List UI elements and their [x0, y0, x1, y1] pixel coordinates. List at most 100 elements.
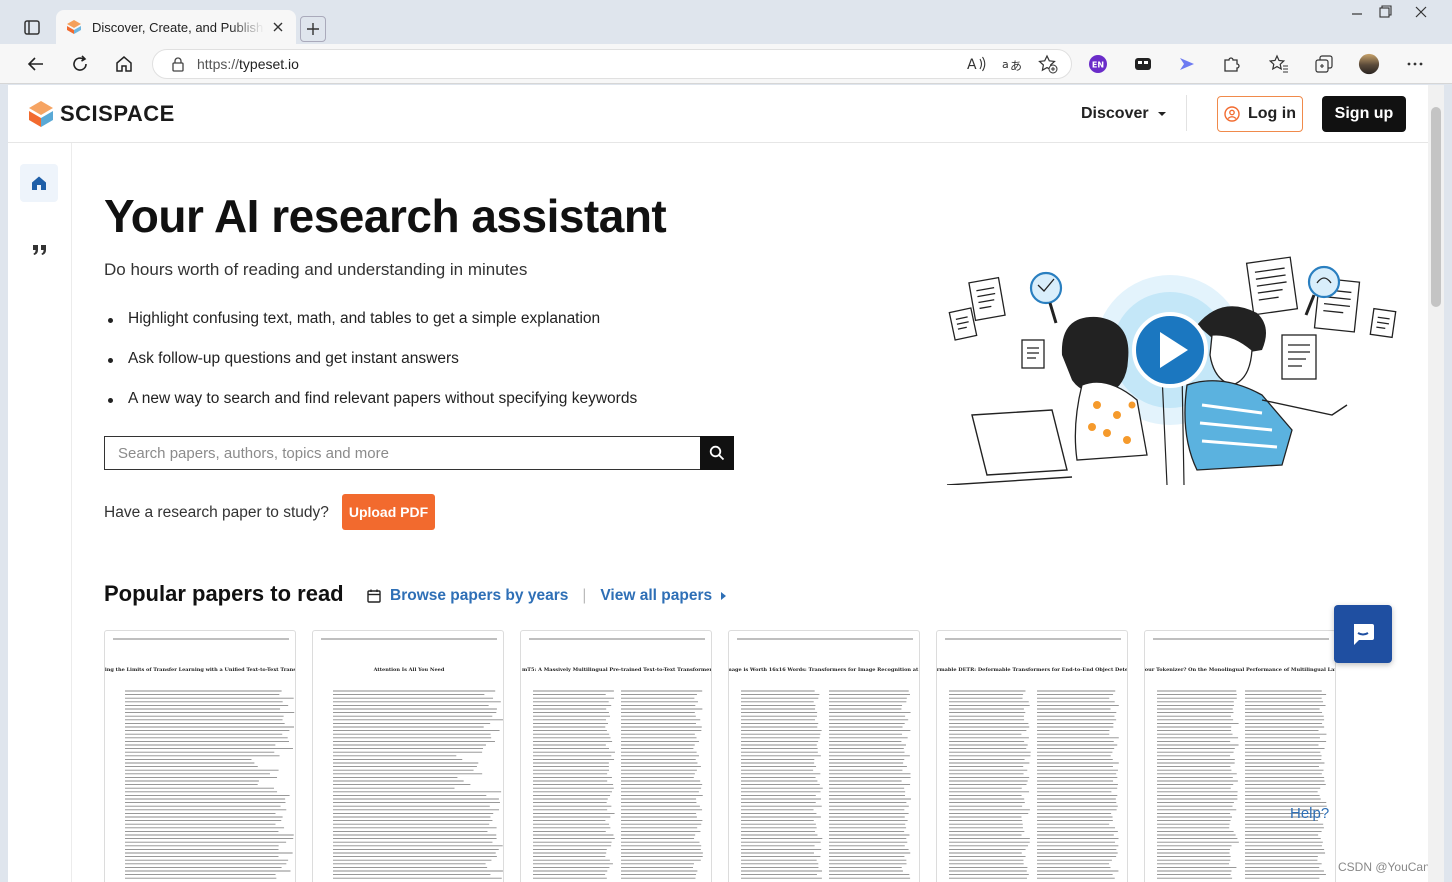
popular-papers-row: Exploring the Limits of Transfer Learnin…	[104, 630, 1344, 882]
play-video-icon	[1132, 312, 1208, 388]
extensions-puzzle-icon[interactable]	[1220, 53, 1242, 75]
refresh-button[interactable]	[68, 52, 92, 76]
help-link[interactable]: Help?	[1290, 805, 1329, 822]
paper-thumbnail: An Image is Worth 16x16 Words: Transform…	[729, 638, 919, 879]
link-separator: |	[582, 587, 587, 604]
more-menu-icon[interactable]	[1404, 53, 1426, 75]
rail-home-button[interactable]	[20, 164, 58, 202]
paper-title: Attention Is All You Need	[373, 667, 445, 673]
paper-thumbnail: How Good is Your Tokenizer? On the Monol…	[1145, 638, 1336, 879]
extension-bird-icon[interactable]	[1176, 53, 1198, 75]
browser-titlebar: Discover, Create, and Publish your resea…	[0, 0, 1452, 44]
read-aloud-icon[interactable]: A	[966, 53, 988, 75]
paper-card[interactable]: An Image is Worth 16x16 Words: Transform…	[728, 630, 920, 882]
home-icon	[32, 176, 46, 190]
login-button[interactable]: Log in	[1217, 96, 1303, 132]
caret-right-icon	[721, 592, 727, 600]
signup-button[interactable]: Sign up	[1322, 96, 1406, 132]
chat-support-button[interactable]	[1334, 605, 1392, 663]
collections-icon[interactable]	[1313, 53, 1335, 75]
svg-text:A: A	[967, 57, 977, 73]
back-button[interactable]	[24, 52, 48, 76]
paper-thumbnail: Attention Is All You Need	[321, 638, 503, 879]
favorites-icon[interactable]	[1268, 53, 1290, 75]
page-scrollbar[interactable]	[1428, 85, 1444, 882]
paper-thumbnail: Exploring the Limits of Transfer Learnin…	[105, 638, 296, 879]
svg-text:a: a	[1002, 58, 1009, 71]
scrollbar-thumb[interactable]	[1431, 107, 1441, 307]
paper-card[interactable]: How Good is Your Tokenizer? On the Monol…	[1144, 630, 1336, 882]
chat-bubble-icon	[1354, 624, 1374, 645]
paper-card[interactable]: Deformable DETR: Deformable Transformers…	[936, 630, 1128, 882]
paper-card[interactable]: Attention Is All You Need	[312, 630, 504, 882]
home-outline-icon	[116, 56, 132, 72]
left-rail	[8, 143, 72, 882]
site-header: SCISPACE Discover Log in Sign up	[8, 85, 1428, 143]
paper-card[interactable]: Exploring the Limits of Transfer Learnin…	[104, 630, 296, 882]
discover-label: Discover	[1081, 105, 1149, 122]
paper-title: Exploring the Limits of Transfer Learnin…	[105, 667, 296, 673]
restore-button[interactable]	[1370, 2, 1400, 22]
popular-papers-title: Popular papers to read	[104, 581, 344, 606]
feature-list: Highlight confusing text, math, and tabl…	[104, 310, 637, 430]
plus-icon	[307, 23, 319, 35]
caret-down-icon	[1157, 112, 1166, 116]
new-tab-button[interactable]	[300, 16, 326, 42]
search-button[interactable]	[700, 436, 734, 470]
scispace-logo[interactable]: SCISPACE	[28, 100, 175, 128]
feature-item: A new way to search and find relevant pa…	[104, 390, 637, 430]
user-icon	[1224, 106, 1240, 122]
hero-subtitle: Do hours worth of reading and understand…	[104, 260, 528, 279]
page-viewport: SCISPACE Discover Log in Sign up Your AI…	[8, 85, 1444, 882]
scispace-logo-icon	[29, 101, 53, 127]
paper-thumbnail: mT5: A Massively Multilingual Pre-traine…	[522, 638, 712, 879]
paper-title: Deformable DETR: Deformable Transformers…	[937, 667, 1128, 673]
close-tab-icon[interactable]	[270, 19, 286, 35]
scispace-favicon-icon	[67, 20, 81, 34]
header-divider	[1186, 95, 1187, 131]
rail-citation-button[interactable]	[30, 239, 50, 259]
calendar-icon	[367, 589, 381, 603]
logo-text: SCISPACE	[60, 101, 175, 126]
feature-item: Ask follow-up questions and get instant …	[104, 350, 637, 390]
quote-icon	[33, 245, 46, 255]
paper-thumbnail: Deformable DETR: Deformable Transformers…	[937, 638, 1128, 879]
add-favorite-icon[interactable]	[1037, 53, 1059, 75]
paper-title: mT5: A Massively Multilingual Pre-traine…	[522, 667, 712, 673]
watermark-text: CSDN @YouCans	[1338, 860, 1436, 874]
translate-icon[interactable]: aあ	[1001, 53, 1023, 75]
browser-tab-active[interactable]: Discover, Create, and Publish your resea…	[56, 10, 296, 44]
login-label: Log in	[1248, 105, 1296, 122]
url-text: https://typeset.io	[197, 56, 299, 72]
paper-card[interactable]: mT5: A Massively Multilingual Pre-traine…	[520, 630, 712, 882]
address-bar[interactable]: https://typeset.io	[152, 49, 1072, 79]
workspaces-icon[interactable]	[18, 16, 46, 40]
signup-label: Sign up	[1334, 105, 1394, 122]
browser-toolbar: https://typeset.io A aあ EN	[0, 44, 1452, 84]
feature-item: Highlight confusing text, math, and tabl…	[104, 310, 637, 350]
discover-menu[interactable]: Discover	[1081, 105, 1169, 123]
minimize-button[interactable]	[1342, 2, 1372, 22]
lock-icon[interactable]	[171, 56, 185, 72]
paper-title: How Good is Your Tokenizer? On the Monol…	[1145, 667, 1336, 673]
hero-title: Your AI research assistant	[104, 190, 667, 242]
search-icon	[709, 445, 725, 461]
close-window-button[interactable]	[1406, 2, 1436, 22]
svg-text:あ: あ	[1010, 59, 1022, 73]
view-all-papers-link[interactable]: View all papers	[600, 587, 712, 605]
tab-title: Discover, Create, and Publish your resea…	[92, 19, 264, 35]
arrow-left-icon	[27, 57, 43, 71]
refresh-icon	[73, 55, 87, 71]
extension-grid-icon[interactable]	[1132, 53, 1154, 75]
paper-search-box	[104, 436, 734, 470]
svg-text:EN: EN	[1092, 61, 1104, 70]
hero-illustration	[946, 256, 1397, 485]
profile-avatar[interactable]	[1358, 53, 1380, 75]
upload-prompt: Have a research paper to study?	[104, 504, 329, 521]
browse-by-years-link[interactable]: Browse papers by years	[390, 587, 568, 605]
upload-pdf-button[interactable]: Upload PDF	[342, 494, 435, 530]
home-button[interactable]	[112, 52, 136, 76]
search-input[interactable]	[105, 437, 700, 469]
popular-papers-links: Browse papers by years | View all papers	[366, 587, 728, 605]
extension-language-badge[interactable]: EN	[1087, 53, 1109, 75]
